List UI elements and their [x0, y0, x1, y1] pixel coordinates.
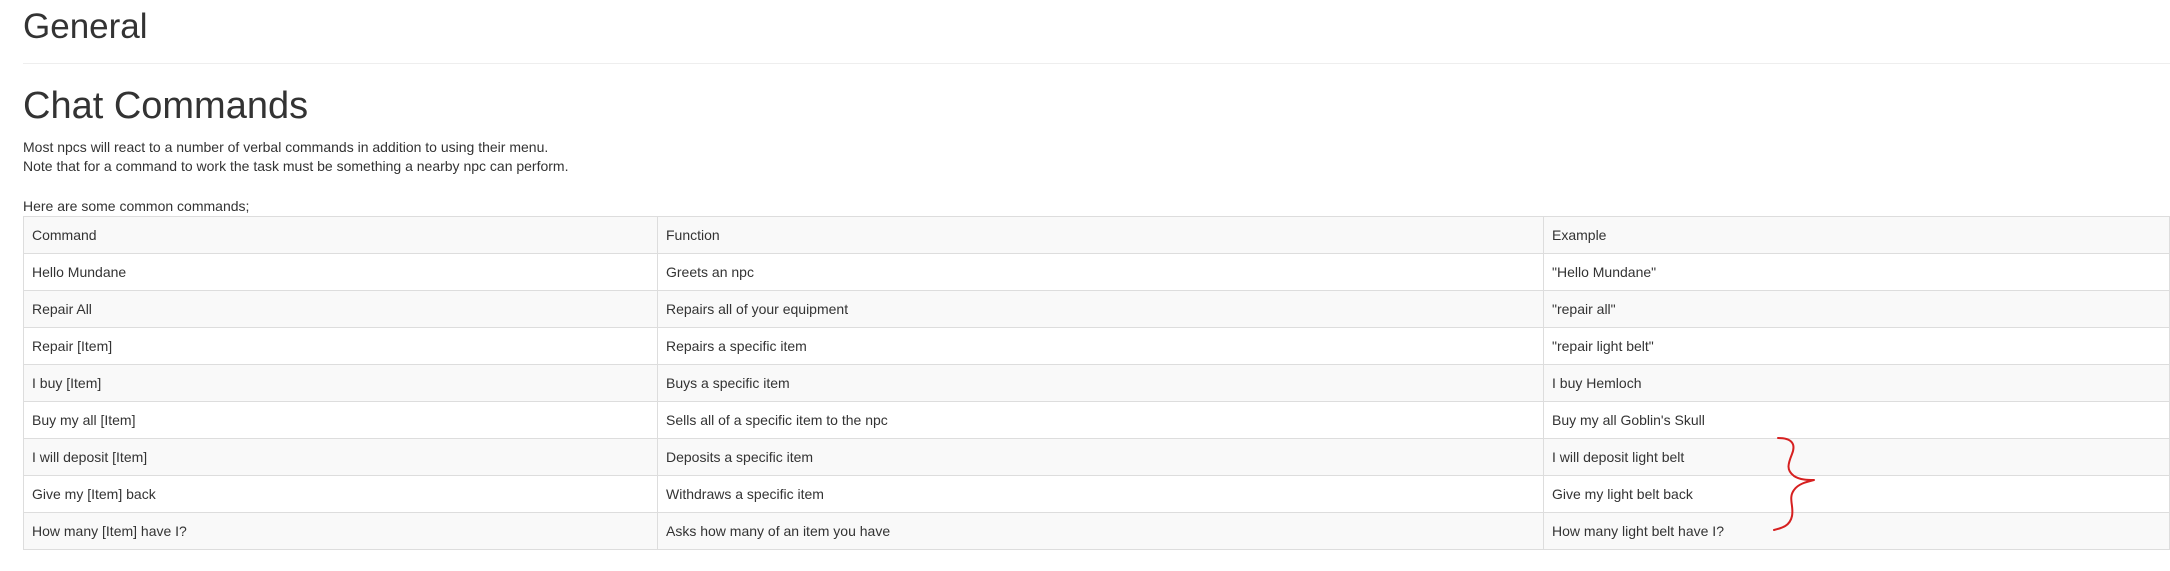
cell-function: Repairs a specific item: [657, 327, 1544, 365]
cell-example: "repair light belt": [1543, 327, 2170, 365]
section-heading-chat-commands: Chat Commands: [23, 85, 309, 127]
page: General Chat Commands Most npcs will rea…: [0, 0, 2170, 571]
table-row: Hello Mundane Greets an npc "Hello Munda…: [23, 253, 2170, 291]
table-row: I will deposit [Item] Deposits a specifi…: [23, 438, 2170, 476]
table-row: I buy [Item] Buys a specific item I buy …: [23, 364, 2170, 402]
cell-example: How many light belt have I?: [1543, 512, 2170, 550]
section-heading-general: General: [23, 7, 148, 46]
cell-example: Give my light belt back: [1543, 475, 2170, 513]
table-row: Give my [Item] back Withdraws a specific…: [23, 475, 2170, 513]
table-row: Repair All Repairs all of your equipment…: [23, 290, 2170, 328]
cell-command: Give my [Item] back: [23, 475, 658, 513]
cell-function: Asks how many of an item you have: [657, 512, 1544, 550]
cell-example: "repair all": [1543, 290, 2170, 328]
curly-brace-annotation-icon: [1773, 437, 1815, 531]
header-example: Example: [1543, 216, 2170, 254]
cell-example: I will deposit light belt: [1543, 438, 2170, 476]
header-function: Function: [657, 216, 1544, 254]
intro-text-3: Here are some common commands;: [23, 198, 250, 214]
table-row: Buy my all [Item] Sells all of a specifi…: [23, 401, 2170, 439]
cell-command: Repair All: [23, 290, 658, 328]
cell-command: How many [Item] have I?: [23, 512, 658, 550]
cell-command: I will deposit [Item]: [23, 438, 658, 476]
cell-command: Hello Mundane: [23, 253, 658, 291]
cell-function: Sells all of a specific item to the npc: [657, 401, 1544, 439]
cell-function: Repairs all of your equipment: [657, 290, 1544, 328]
intro-text-2: Note that for a command to work the task…: [23, 158, 569, 174]
table-row: Repair [Item] Repairs a specific item "r…: [23, 327, 2170, 365]
intro-text-1: Most npcs will react to a number of verb…: [23, 139, 549, 155]
header-command: Command: [23, 216, 658, 254]
commands-table: Command Function Example Hello Mundane G…: [23, 216, 2170, 550]
heading-divider: [23, 63, 2170, 64]
cell-example: Buy my all Goblin's Skull: [1543, 401, 2170, 439]
table-header-row: Command Function Example: [23, 216, 2170, 254]
cell-function: Withdraws a specific item: [657, 475, 1544, 513]
cell-example: I buy Hemloch: [1543, 364, 2170, 402]
cell-example: "Hello Mundane": [1543, 253, 2170, 291]
cell-command: Buy my all [Item]: [23, 401, 658, 439]
cell-command: Repair [Item]: [23, 327, 658, 365]
cell-command: I buy [Item]: [23, 364, 658, 402]
cell-function: Deposits a specific item: [657, 438, 1544, 476]
table-row: How many [Item] have I? Asks how many of…: [23, 512, 2170, 550]
cell-function: Greets an npc: [657, 253, 1544, 291]
cell-function: Buys a specific item: [657, 364, 1544, 402]
